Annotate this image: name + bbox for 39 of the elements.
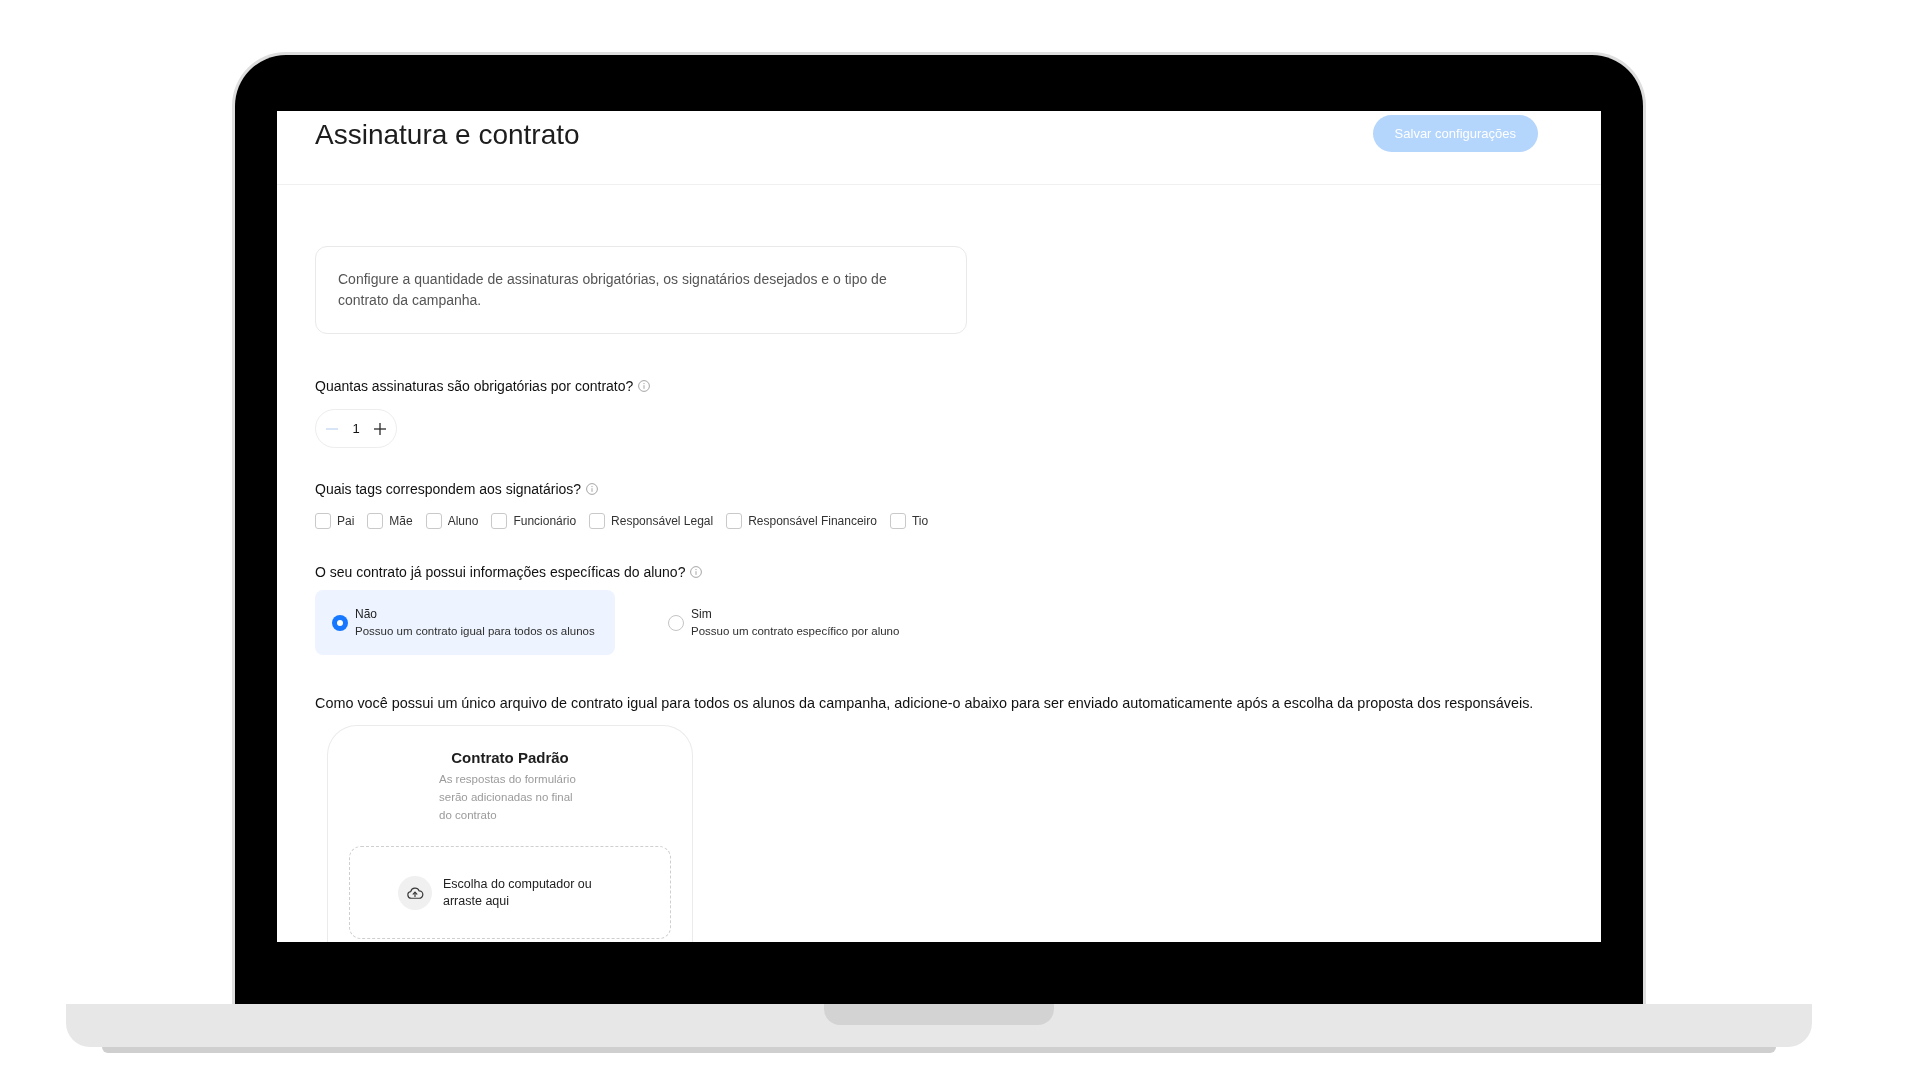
radio-option[interactable]: Não Possuo um contrato igual para todos os alunos — [315, 590, 615, 655]
checkbox-label[interactable]: Tio — [911, 513, 929, 529]
upload-instructions: Como você possui um único arquivo de contrato igual para todos os alunos da campanha, adicione-o abaixo para ser enviado automaticamente após a escolha da proposta dos responsáveis. — [315, 694, 1534, 712]
increment-button[interactable] — [372, 420, 388, 437]
radio-option[interactable]: Sim Possuo um contrato específico por aluno — [651, 590, 951, 655]
checkbox[interactable] — [726, 513, 743, 529]
option-title: Sim — [691, 605, 713, 623]
question-label: Quantas assinaturas são obrigatórias por contrato? — [315, 377, 634, 395]
checkbox-label[interactable]: Responsável Financeiro — [748, 513, 877, 529]
question-label: Quais tags correspondem aos signatários? — [315, 480, 582, 498]
intro-text-box: Configure a quantidade de assinaturas obrigatórias, os signatários desejados e o tipo de contrato da campanha. — [315, 246, 967, 334]
info-icon — [586, 483, 599, 495]
checkbox[interactable] — [315, 513, 331, 529]
card-note: As respostas do formulário serão adicionadas no final do contrato — [439, 772, 577, 823]
checkbox-label[interactable]: Aluno — [447, 513, 479, 529]
page-title: Assinatura e contrato — [315, 118, 580, 152]
plus-icon — [374, 422, 386, 435]
cloud-upload-icon — [398, 875, 432, 910]
checkbox-label[interactable]: Mãe — [389, 513, 413, 529]
card-title: Contrato Padrão — [451, 748, 569, 768]
checkbox-label[interactable]: Responsável Legal — [611, 513, 714, 529]
info-icon — [638, 380, 651, 392]
info-icon — [690, 566, 703, 578]
option-title: Não — [355, 605, 378, 623]
radio-button[interactable] — [668, 614, 684, 631]
stepper-value: 1 — [352, 421, 360, 436]
upload-dropzone[interactable]: Escolha do computador ou arraste aqui — [349, 846, 671, 939]
checkbox[interactable] — [367, 513, 384, 529]
checkbox-label[interactable]: Pai — [337, 513, 355, 529]
checkbox-label[interactable]: Funcionário — [513, 513, 577, 529]
option-description: Possuo um contrato igual para todos os alunos — [355, 623, 595, 639]
question-label: O seu contrato já possui informações específicas do aluno? — [315, 563, 686, 581]
checkbox[interactable] — [425, 513, 442, 529]
option-description: Possuo um contrato específico por aluno — [691, 623, 900, 639]
minus-icon — [326, 427, 338, 430]
radio-button[interactable] — [332, 614, 348, 631]
checkbox[interactable] — [589, 513, 606, 529]
checkbox[interactable] — [889, 513, 906, 529]
checkbox[interactable] — [491, 513, 508, 529]
